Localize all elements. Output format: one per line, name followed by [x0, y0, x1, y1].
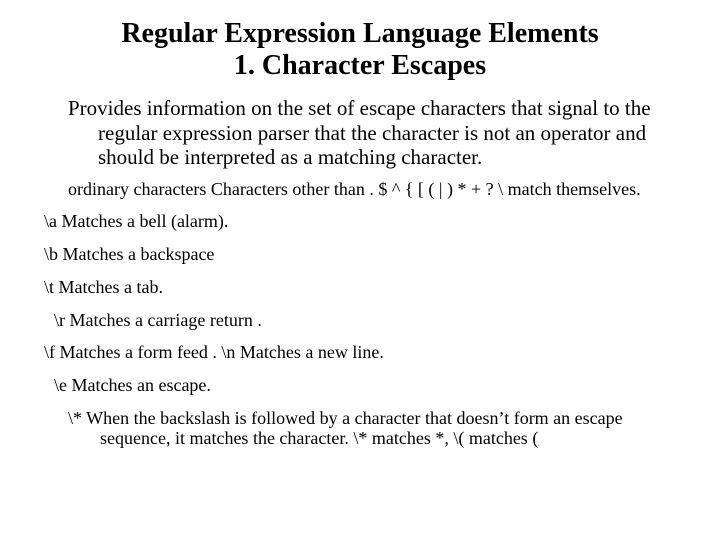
- title-line-1: Regular Expression Language Elements: [121, 18, 598, 49]
- list-item: \a Matches a bell (alarm).: [44, 211, 680, 232]
- title-line-2: 1. Character Escapes: [234, 50, 486, 81]
- list-item: \e Matches an escape.: [54, 375, 680, 396]
- slide-title: Regular Expression Language Elements 1. …: [40, 18, 680, 82]
- slide-content: Regular Expression Language Elements 1. …: [0, 0, 720, 471]
- list-item: \f Matches a form feed . \n Matches a ne…: [44, 342, 680, 363]
- list-item: \t Matches a tab.: [44, 277, 680, 298]
- list-item: ordinary characters Characters other tha…: [68, 179, 680, 200]
- list-item: \r Matches a carriage return .: [54, 310, 680, 331]
- list-item: \* When the backslash is followed by a c…: [68, 408, 680, 449]
- list-item: \b Matches a backspace: [44, 244, 680, 265]
- intro-paragraph: Provides information on the set of escap…: [68, 96, 680, 168]
